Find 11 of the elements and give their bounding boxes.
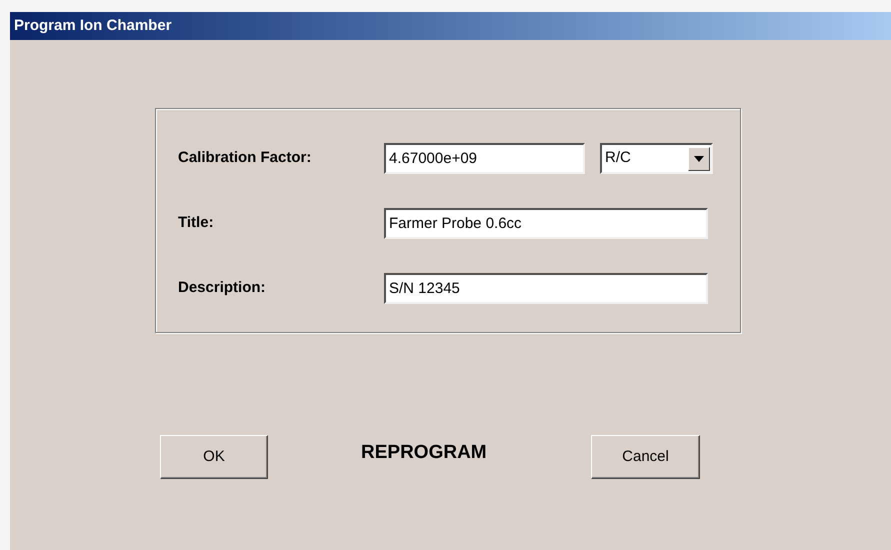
field-label: Title: xyxy=(178,213,215,234)
field-label: Calibration Factor: xyxy=(178,148,312,168)
text-field[interactable]: 4.67000e+09 xyxy=(384,143,585,174)
text-field[interactable]: Farmer Probe 0.6cc xyxy=(384,208,708,239)
field-label: Description: xyxy=(178,278,267,298)
ok-button[interactable]: OK xyxy=(160,435,268,479)
cancel-button[interactable]: Cancel xyxy=(591,435,700,479)
unit-dropdown[interactable]: R/C xyxy=(600,143,713,174)
text-field[interactable]: S/N 12345 xyxy=(384,273,708,304)
status-label: REPROGRAM xyxy=(361,441,488,465)
window-title: Program Ion Chamber xyxy=(14,16,172,36)
